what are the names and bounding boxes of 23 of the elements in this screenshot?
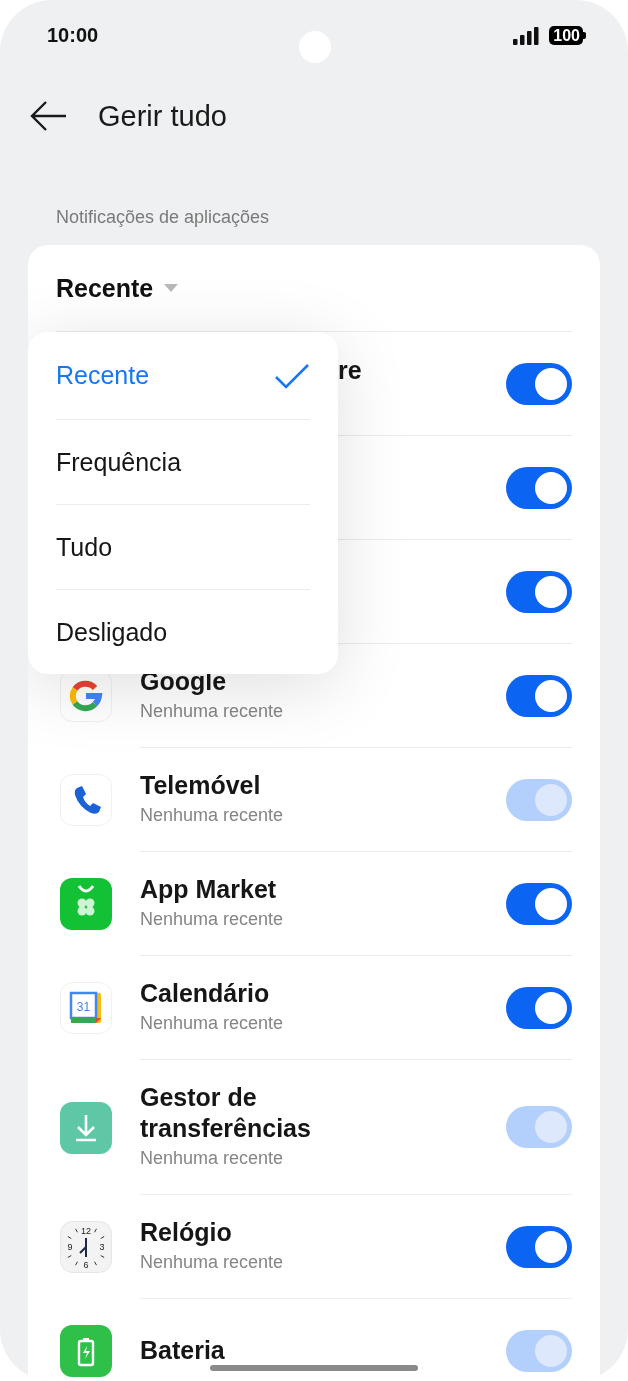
- app-name: re: [338, 355, 362, 386]
- app-subtitle: Nenhuma recente: [140, 804, 284, 827]
- menu-item[interactable]: Recente: [56, 332, 310, 420]
- battery-level: 100: [549, 26, 583, 45]
- app-name: Gestor de transferências: [140, 1082, 312, 1144]
- app-subtitle: Nenhuma recente: [140, 908, 284, 931]
- app-subtitle: Nenhuma recente: [140, 700, 284, 723]
- page-title: Gerir tudo: [98, 99, 227, 133]
- app-subtitle: Nenhuma recente: [140, 1147, 284, 1170]
- app-name: Calendário: [140, 978, 270, 1009]
- clock-icon: 12 3 6 9: [60, 1221, 112, 1273]
- app-subtitle: Nenhuma recente: [140, 1251, 284, 1274]
- menu-item[interactable]: Tudo: [56, 505, 310, 590]
- app-name: Telemóvel: [140, 770, 261, 801]
- status-time: 10:00: [47, 24, 99, 47]
- calendar-icon: 31: [60, 982, 112, 1034]
- menu-item[interactable]: Frequência: [56, 420, 310, 505]
- app-subtitle: Nenhuma recente: [140, 1012, 284, 1035]
- app-name: App Market: [140, 874, 277, 905]
- app-name: Bateria: [140, 1335, 225, 1366]
- sort-label[interactable]: Recente: [56, 273, 154, 303]
- section-label: Notificações de aplicações: [55, 206, 271, 229]
- app-name: Relógio: [140, 1217, 232, 1248]
